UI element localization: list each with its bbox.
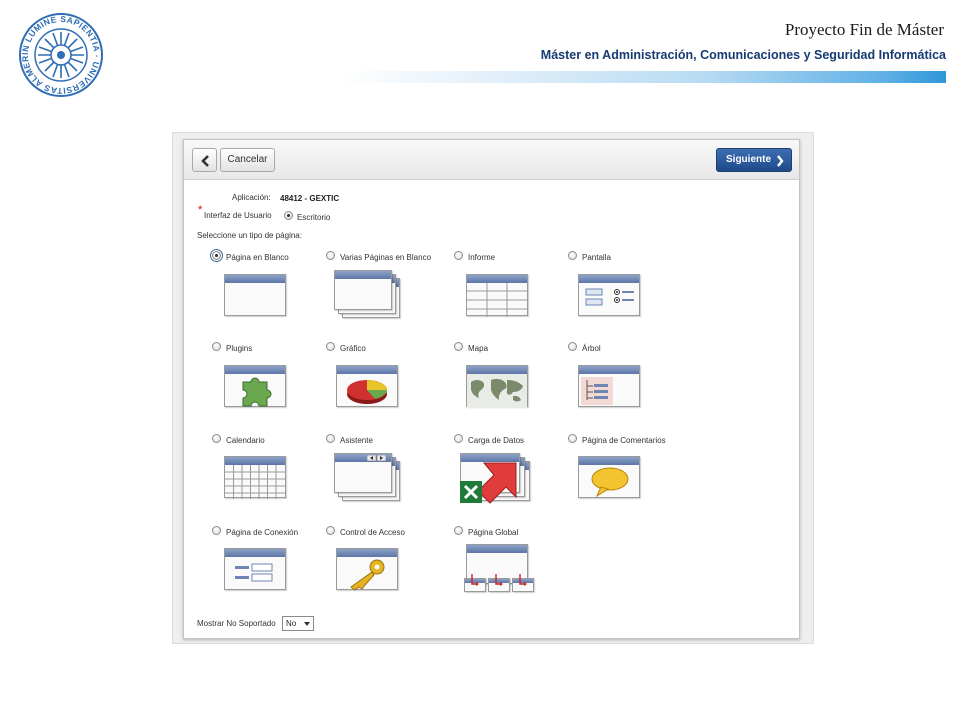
next-button-label: Siguiente: [726, 154, 772, 165]
report-thumbnail[interactable]: [466, 272, 528, 317]
plugins-thumbnail[interactable]: [224, 363, 286, 407]
login-thumbnail[interactable]: [224, 546, 286, 590]
puzzle-piece-icon: [242, 377, 272, 407]
next-button[interactable]: Siguiente: [716, 148, 792, 172]
application-value: 48412 - GEXTIC: [280, 194, 340, 203]
option-access-control: Control de Acceso: [340, 528, 405, 537]
required-marker: *: [198, 204, 203, 216]
screenshot-frame: Cancelar Siguiente Aplicación: 48412 - G…: [172, 132, 814, 644]
global-page-thumbnail[interactable]: [464, 544, 536, 596]
option-map: Mapa: [468, 344, 489, 353]
option-wizard: Asistente: [340, 436, 373, 445]
dropdown-arrow-icon: [304, 622, 310, 626]
chevron-left-icon: [201, 155, 209, 167]
radio-login[interactable]: [212, 526, 221, 535]
university-seal-logo: IN LUMINE SAPIENTIA · UNIVERSITAS ALMERI…: [15, 4, 104, 98]
login-fields-icon: [235, 563, 273, 582]
radio-plugins[interactable]: [212, 342, 221, 351]
radio-access-control[interactable]: [326, 526, 335, 535]
ui-label: Interfaz de Usuario: [204, 211, 272, 220]
option-multiple-blank: Varias Páginas en Blanco: [340, 253, 432, 262]
radio-form[interactable]: [568, 251, 577, 260]
page-type-label: Seleccione un tipo de página:: [197, 231, 302, 240]
option-plugins: Plugins: [226, 344, 253, 353]
option-global-page: Página Global: [468, 528, 519, 537]
blank-page-thumbnail[interactable]: [224, 272, 286, 316]
option-calendar: Calendario: [226, 436, 265, 445]
slide-title: Proyecto Fin de Máster: [784, 20, 944, 39]
speech-bubble-icon: [591, 467, 629, 498]
radio-multiple-blank[interactable]: [326, 251, 335, 260]
form-thumbnail[interactable]: [578, 272, 640, 316]
option-login: Página de Conexión: [226, 528, 299, 537]
key-icon: [350, 559, 385, 591]
radio-blank-page[interactable]: [210, 249, 223, 262]
radio-map[interactable]: [454, 342, 463, 351]
wizard-nav-arrows-icon: [367, 455, 387, 462]
inherit-arrows-icon: [471, 574, 527, 586]
form-fields-icon: [585, 288, 634, 306]
feedback-thumbnail[interactable]: [578, 454, 640, 498]
radio-wizard[interactable]: [326, 434, 335, 443]
option-report: Informe: [468, 253, 496, 262]
map-thumbnail[interactable]: [466, 363, 528, 408]
show-unsupported-value: No: [286, 619, 297, 628]
world-map-icon: [467, 374, 527, 408]
wizard-thumbnail[interactable]: [334, 453, 400, 501]
radio-global-page[interactable]: [454, 526, 463, 535]
option-feedback: Página de Comentarios: [582, 436, 666, 445]
cancel-button[interactable]: Cancelar: [220, 148, 275, 172]
radio-calendar[interactable]: [212, 434, 221, 443]
radio-feedback[interactable]: [568, 434, 577, 443]
back-button[interactable]: [192, 148, 217, 172]
wizard-toolbar: Cancelar Siguiente: [184, 140, 799, 180]
calendar-grid-icon: [225, 465, 285, 499]
option-form: Pantalla: [582, 253, 611, 262]
radio-report[interactable]: [454, 251, 463, 260]
chart-thumbnail[interactable]: [336, 363, 398, 407]
ui-radio-escritorio[interactable]: [284, 211, 293, 220]
option-blank-page: Página en Blanco: [226, 253, 289, 262]
calendar-thumbnail[interactable]: [224, 454, 286, 499]
tree-thumbnail[interactable]: [578, 363, 640, 407]
show-unsupported-select[interactable]: No: [282, 616, 314, 631]
create-page-wizard: Cancelar Siguiente Aplicación: 48412 - G…: [183, 139, 800, 639]
tree-icon: [581, 377, 613, 405]
radio-tree[interactable]: [568, 342, 577, 351]
radio-chart[interactable]: [326, 342, 335, 351]
ui-option-label: Escritorio: [297, 213, 331, 222]
chevron-right-icon: [777, 155, 784, 167]
radio-data-load[interactable]: [454, 434, 463, 443]
option-tree: Árbol: [582, 344, 601, 353]
pie-chart-icon: [347, 380, 387, 404]
header-gradient-bar: [340, 71, 946, 83]
data-load-thumbnail[interactable]: [460, 453, 530, 504]
access-control-thumbnail[interactable]: [336, 546, 398, 591]
slide-subtitle: Máster en Administración, Comunicaciones…: [540, 48, 946, 62]
table-grid-icon: [467, 283, 527, 317]
multiple-blank-thumbnail[interactable]: [334, 270, 400, 318]
excel-upload-icon: [460, 462, 517, 504]
show-unsupported-label: Mostrar No Soportado: [197, 619, 276, 628]
option-chart: Gráfico: [340, 344, 366, 353]
application-label: Aplicación:: [232, 193, 271, 202]
option-data-load: Carga de Datos: [468, 436, 525, 445]
